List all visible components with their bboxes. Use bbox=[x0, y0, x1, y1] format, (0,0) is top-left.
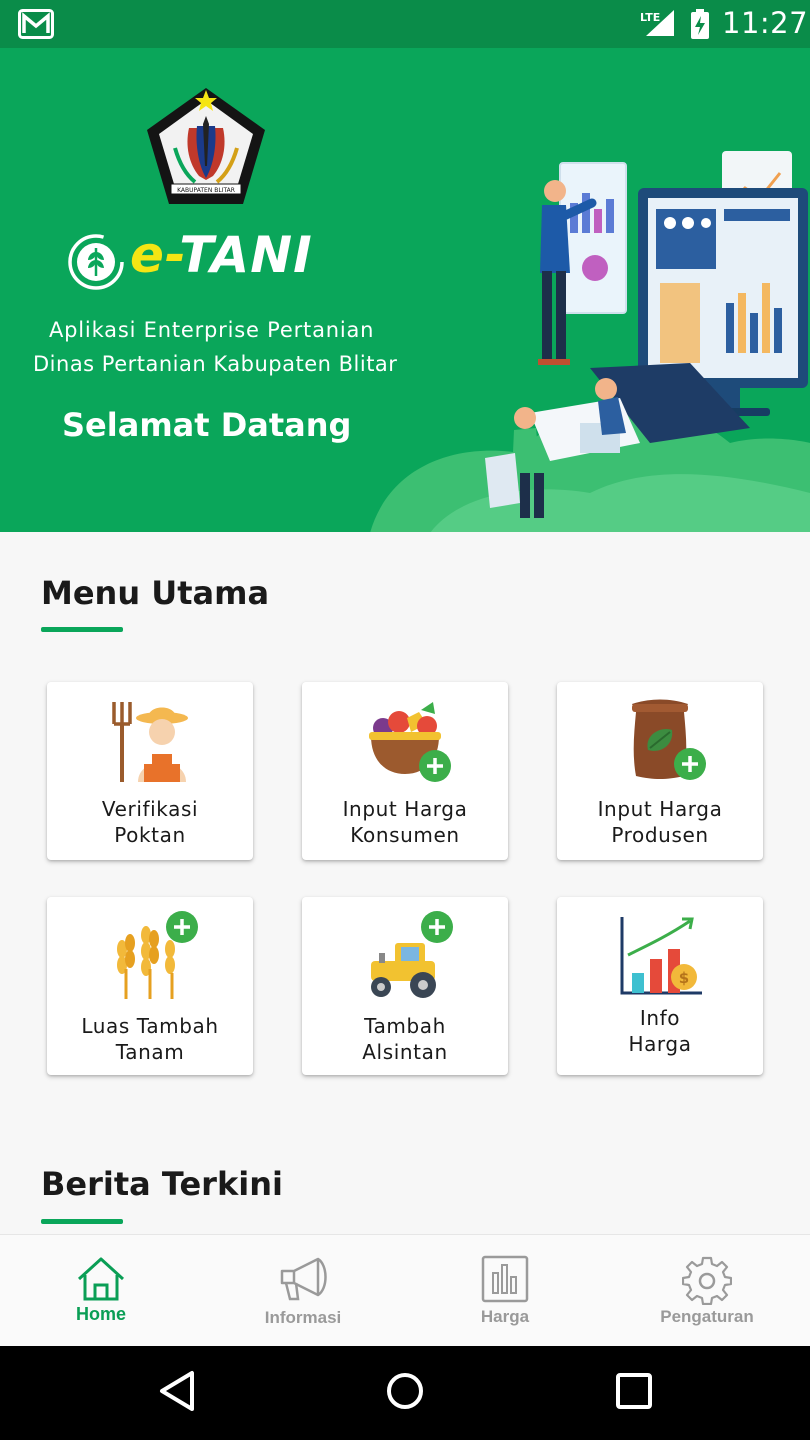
hero-banner: KABUPATEN BLITAR e-TANI Aplikasi Enterpr… bbox=[0, 48, 810, 532]
network-label: LTE bbox=[640, 11, 660, 24]
system-navigation-bar bbox=[0, 1346, 810, 1440]
recents-icon[interactable] bbox=[614, 1370, 654, 1412]
tile-label: Luas Tambah Tanam bbox=[47, 1013, 253, 1065]
nav-informasi[interactable]: Informasi bbox=[202, 1235, 404, 1347]
nav-label: Home bbox=[75, 1304, 126, 1324]
tile-input-harga-konsumen[interactable]: Input Harga Konsumen bbox=[302, 682, 508, 860]
tile-tambah-alsintan[interactable]: Tambah Alsintan bbox=[302, 897, 508, 1075]
tile-label-line2: Alsintan bbox=[362, 1040, 448, 1064]
home-circle-icon[interactable] bbox=[385, 1370, 425, 1412]
clock: 11:27 bbox=[722, 6, 809, 40]
price-chart-icon: $ bbox=[620, 917, 702, 995]
seed-sack-add-icon bbox=[632, 699, 706, 780]
nav-harga[interactable]: Harga bbox=[404, 1235, 606, 1347]
lte-signal-icon: LTE bbox=[640, 10, 674, 36]
svg-text:$: $ bbox=[679, 969, 689, 987]
kabupaten-blitar-crest-logo: KABUPATEN BLITAR bbox=[147, 88, 265, 204]
crest-caption: KABUPATEN BLITAR bbox=[177, 187, 235, 194]
bar-chart-icon bbox=[481, 1255, 529, 1303]
fruit-basket-add-icon bbox=[369, 702, 451, 782]
wheat-add-icon bbox=[117, 911, 198, 999]
tile-label: Input Harga Produsen bbox=[557, 796, 763, 848]
tile-label-line2: Tanam bbox=[115, 1040, 185, 1064]
hero-subtitle-2: Dinas Pertanian Kabupaten Blitar bbox=[33, 352, 398, 376]
home-icon bbox=[77, 1257, 125, 1301]
hero-subtitle-1: Aplikasi Enterprise Pertanian bbox=[49, 318, 375, 342]
leaf-logo-icon bbox=[68, 234, 124, 290]
tile-label-line2: Poktan bbox=[114, 823, 186, 847]
tile-verifikasi-poktan[interactable]: Verifikasi Poktan bbox=[47, 682, 253, 860]
tile-label: Verifikasi Poktan bbox=[47, 796, 253, 848]
gear-icon bbox=[682, 1256, 732, 1305]
tile-label-line1: Tambah bbox=[364, 1014, 446, 1038]
nav-home[interactable]: Home bbox=[0, 1235, 202, 1347]
tile-label: Info Harga bbox=[557, 1005, 763, 1057]
back-icon[interactable] bbox=[158, 1370, 198, 1412]
farmer-icon bbox=[112, 702, 188, 782]
welcome-heading: Selamat Datang bbox=[62, 406, 352, 444]
nav-label: Informasi bbox=[264, 1308, 342, 1327]
tile-label-line2: Harga bbox=[628, 1032, 692, 1056]
tile-label-line1: Input Harga bbox=[342, 797, 468, 821]
news-title: Berita Terkini bbox=[41, 1165, 283, 1203]
nav-pengaturan[interactable]: Pengaturan bbox=[606, 1235, 808, 1347]
data-analytics-illustration bbox=[370, 151, 810, 532]
megaphone-icon bbox=[280, 1257, 327, 1301]
tile-label: Input Harga Konsumen bbox=[302, 796, 508, 848]
tile-label-line2: Produsen bbox=[611, 823, 709, 847]
tile-label: Tambah Alsintan bbox=[302, 1013, 508, 1065]
gmail-icon bbox=[18, 9, 54, 39]
tile-label-line1: Info bbox=[639, 1006, 681, 1030]
app-name-main: TANI bbox=[179, 226, 313, 284]
main-menu-underline bbox=[41, 627, 123, 632]
app-name-prefix: e- bbox=[130, 226, 180, 284]
status-bar: LTE 11:27 bbox=[0, 0, 810, 48]
tile-input-harga-produsen[interactable]: Input Harga Produsen bbox=[557, 682, 763, 860]
tile-label-line1: Input Harga bbox=[597, 797, 723, 821]
nav-label: Pengaturan bbox=[660, 1307, 754, 1326]
nav-label: Harga bbox=[480, 1307, 530, 1326]
tile-luas-tambah-tanam[interactable]: Luas Tambah Tanam bbox=[47, 897, 253, 1075]
tile-info-harga[interactable]: $ Info Harga bbox=[557, 897, 763, 1075]
bottom-navigation: Home Informasi Harga Pengaturan bbox=[0, 1234, 810, 1346]
news-underline bbox=[41, 1219, 123, 1224]
tractor-add-icon bbox=[371, 911, 453, 998]
app-name: e-TANI bbox=[130, 226, 313, 284]
tile-label-line1: Verifikasi bbox=[101, 797, 199, 821]
battery-charging-icon bbox=[691, 9, 709, 39]
tile-label-line2: Konsumen bbox=[350, 823, 460, 847]
tile-label-line1: Luas Tambah bbox=[81, 1014, 219, 1038]
main-menu-title: Menu Utama bbox=[41, 574, 270, 612]
